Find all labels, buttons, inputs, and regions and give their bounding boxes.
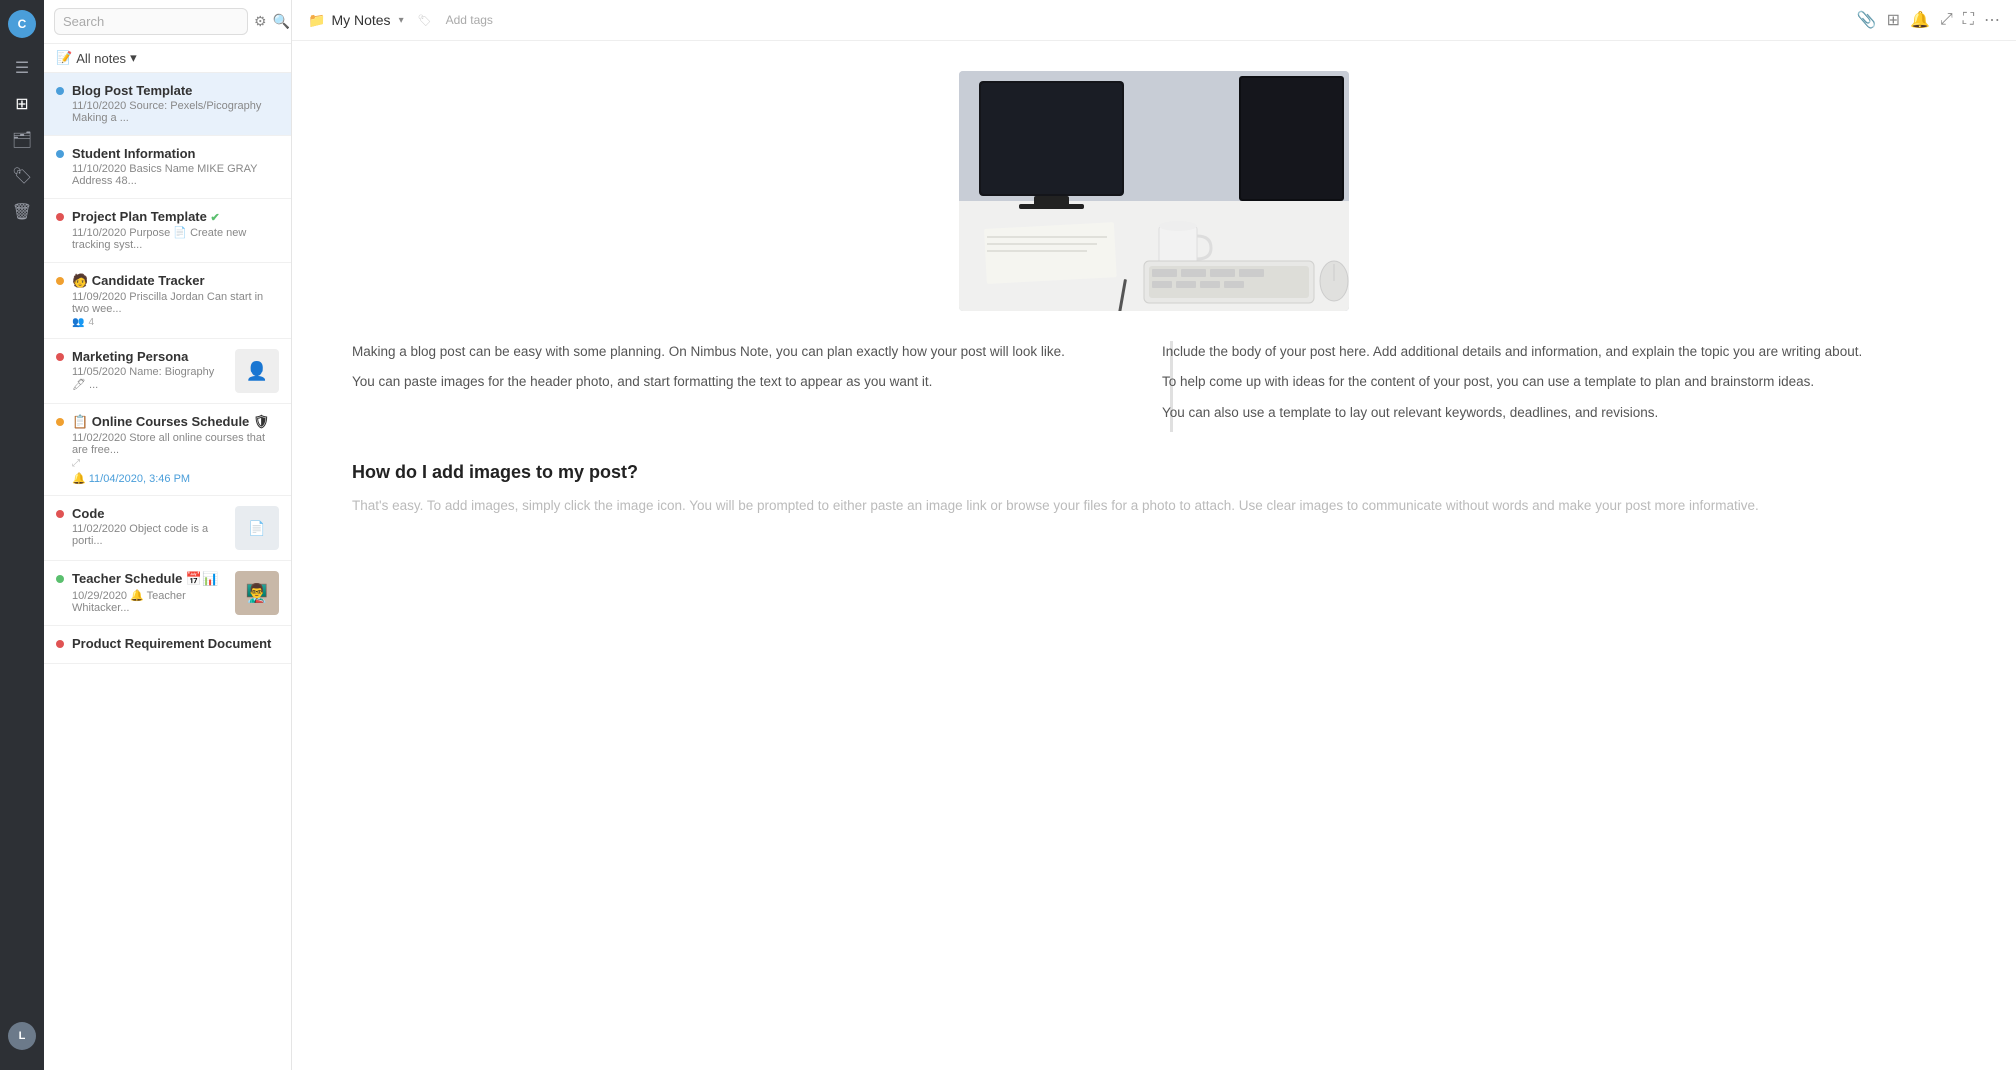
notes-panel: ⚙ 🔍 + 📝 All notes ▾ Blog Post Template 1… [44,0,292,1070]
tag-divider: 🏷 [418,14,432,27]
right-col-text: Include the body of your post here. Add … [1162,341,1956,424]
note-title: 📋 Online Courses Schedule 🛡 [72,414,279,430]
note-date: 11/10/2020 Purpose 📄 Create new tracking… [72,226,279,251]
all-notes-filter[interactable]: 📝 All notes ▾ [56,50,137,66]
note-dot [56,510,64,518]
note-item-student-info[interactable]: Student Information 11/10/2020 Basics Na… [44,136,291,199]
filter-icon[interactable]: ⚙ [254,13,267,30]
note-item-marketing-persona[interactable]: Marketing Persona 11/05/2020 Name: Biogr… [44,339,291,404]
note-date: 11/09/2020 Priscilla Jordan Can start in… [72,291,279,315]
toolbar-right: 📎 ⊞ 🔔 ⤢ ⛶ ⋯ [1857,10,2000,30]
search-icon[interactable]: 🔍 [273,13,290,30]
toolbar-left: 📁 My Notes ▾ 🏷 Add tags [308,12,1849,29]
note-item-code[interactable]: Code 11/02/2020 Object code is a porti..… [44,496,291,561]
note-date: 11/02/2020 Store all online courses that… [72,432,279,456]
note-dot [56,353,64,361]
note-thumbnail: 👤 [235,349,279,393]
note-item-project-plan[interactable]: Project Plan Template ✔ 11/10/2020 Purpo… [44,199,291,263]
note-date: 11/10/2020 Basics Name MIKE GRAY Address… [72,163,279,187]
desk-scene-svg [959,71,1349,311]
note-date: 10/29/2020 🔔 Teacher Whitacker... [72,589,227,614]
note-date: 11/10/2020 Source: Pexels/Picography Mak… [72,100,279,124]
left-col-text: Making a blog post can be easy with some… [352,341,1146,394]
note-content-area: Making a blog post can be easy with some… [292,41,2016,1070]
folder-nav-icon[interactable]: 🗂 [6,124,38,156]
note-item-product-req[interactable]: Product Requirement Document [44,626,291,664]
notebook-name[interactable]: My Notes [331,12,390,28]
search-input[interactable] [54,8,248,35]
note-item-online-courses[interactable]: 📋 Online Courses Schedule 🛡 11/02/2020 S… [44,404,291,496]
avatar-top[interactable]: C [8,10,36,38]
note-content: Teacher Schedule 📅📊 10/29/2020 🔔 Teacher… [72,571,227,615]
search-bar: ⚙ 🔍 + [44,0,291,44]
note-title: 🧑 Candidate Tracker [72,273,279,289]
note-dot [56,418,64,426]
note-thumbnail: 👨‍🏫 [235,571,279,615]
note-title: Marketing Persona [72,349,227,364]
layout-icon[interactable]: ⊞ [1887,10,1900,30]
note-title: Blog Post Template [72,83,279,98]
note-dot [56,640,64,648]
note-dot [56,277,64,285]
note-content: Product Requirement Document [72,636,279,653]
attachment-icon[interactable]: 📎 [1857,10,1877,30]
note-dot [56,150,64,158]
note-check: ✔ [210,212,219,224]
note-item-candidate-tracker[interactable]: 🧑 Candidate Tracker 11/09/2020 Priscilla… [44,263,291,339]
note-content: Blog Post Template 11/10/2020 Source: Pe… [72,83,279,125]
note-title: Code [72,506,227,521]
content-col-right: Include the body of your post here. Add … [1162,341,1956,432]
notification-icon[interactable]: 🔔 [1910,10,1930,30]
notes-list: Blog Post Template 11/10/2020 Source: Pe… [44,73,291,1070]
add-tags-button[interactable]: Add tags [446,13,493,27]
note-content: Project Plan Template ✔ 11/10/2020 Purpo… [72,209,279,252]
note-icons: 👥4 [72,317,279,328]
note-content: Marketing Persona 11/05/2020 Name: Biogr… [72,349,227,392]
note-thumbnail: 📄 [235,506,279,550]
note-content: 🧑 Candidate Tracker 11/09/2020 Priscilla… [72,273,279,328]
note-dot [56,575,64,583]
note-reminder: 🔔 11/04/2020, 3:46 PM [72,472,279,485]
tag-nav-icon[interactable]: 🏷 [6,160,38,192]
notes-filter-bar: 📝 All notes ▾ [44,44,291,73]
note-date: 11/05/2020 Name: Biography 🖊 ... [72,366,227,391]
share-icon[interactable]: ⤢ [1940,11,1953,29]
content-col-left: Making a blog post can be easy with some… [352,341,1146,432]
header-image [959,71,1349,311]
menu-icon[interactable]: ☰ [6,52,38,84]
grid-icon[interactable]: ⊞ [6,88,38,120]
images-section-body: That's easy. To add images, simply click… [352,495,1956,517]
note-title: Product Requirement Document [72,636,279,651]
note-date: 11/02/2020 Object code is a porti... [72,523,227,547]
notebook-dropdown-arrow[interactable]: ▾ [399,15,404,26]
note-dot [56,87,64,95]
header-image-container [352,71,1956,311]
note-share: ⤢ [72,458,279,469]
note-content: 📋 Online Courses Schedule 🛡 11/02/2020 S… [72,414,279,485]
note-content: Student Information 11/10/2020 Basics Na… [72,146,279,188]
note-title: Teacher Schedule 📅📊 [72,571,227,587]
more-options-icon[interactable]: ⋯ [1984,10,2000,30]
expand-icon[interactable]: ⛶ [1963,11,1974,29]
avatar-bottom[interactable]: L [8,1022,36,1050]
two-col-content: Making a blog post can be easy with some… [352,341,1956,432]
main-toolbar: 📁 My Notes ▾ 🏷 Add tags 📎 ⊞ 🔔 ⤢ ⛶ ⋯ [292,0,2016,41]
trash-nav-icon[interactable]: 🗑 [6,196,38,228]
note-title: Project Plan Template ✔ [72,209,279,224]
main-area: 📁 My Notes ▾ 🏷 Add tags 📎 ⊞ 🔔 ⤢ ⛶ ⋯ [292,0,2016,1070]
sidebar-icons: C ☰ ⊞ 🗂 🏷 🗑 L [0,0,44,1070]
notebook-folder-icon: 📁 [308,12,325,29]
note-item-teacher-schedule[interactable]: Teacher Schedule 📅📊 10/29/2020 🔔 Teacher… [44,561,291,626]
note-dot [56,213,64,221]
images-section-heading: How do I add images to my post? [352,462,1956,483]
note-title: Student Information [72,146,279,161]
note-item-blog-post[interactable]: Blog Post Template 11/10/2020 Source: Pe… [44,73,291,136]
note-content: Code 11/02/2020 Object code is a porti..… [72,506,227,548]
